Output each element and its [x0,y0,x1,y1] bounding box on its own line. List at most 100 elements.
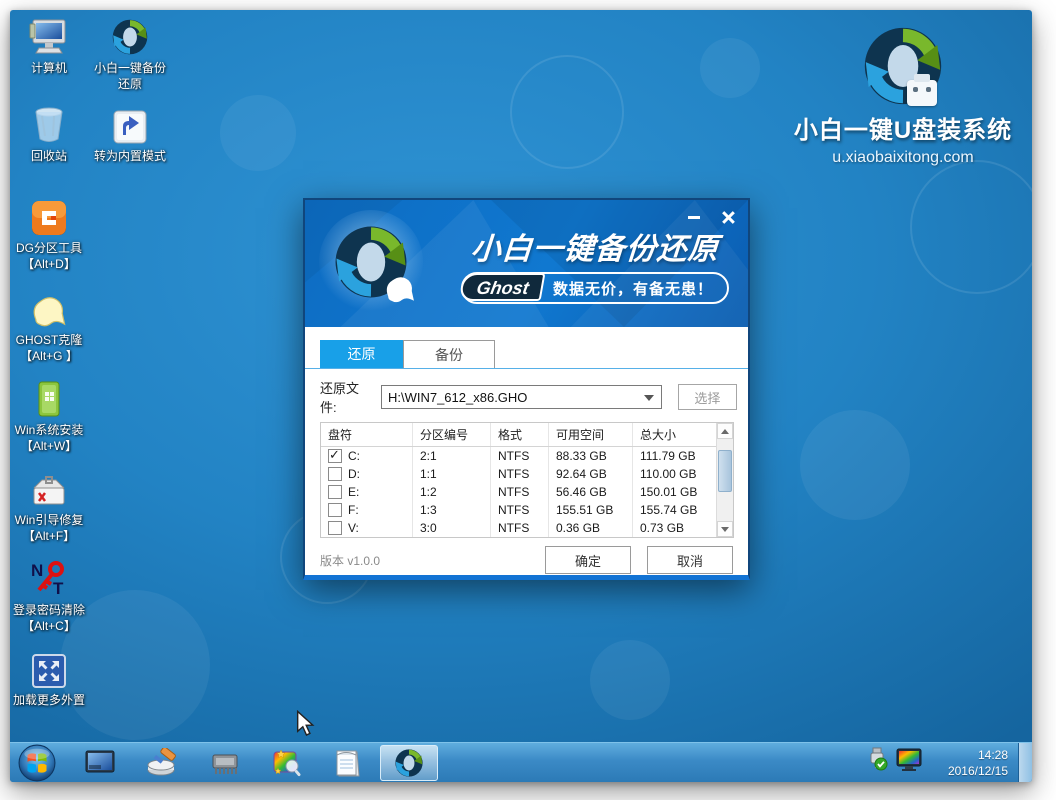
taskbar-item-notepad[interactable] [324,745,372,781]
restore-file-value: H:\WIN7_612_x86.GHO [388,390,527,405]
ghost-badge: Ghost 数据无价，有备无患！ [461,272,729,304]
desktop-icon-ghost-clone[interactable]: GHOST克隆 【Alt+G 】 [10,288,97,364]
nt-key-icon: NT [10,558,97,598]
scrollbar-down-button[interactable] [717,521,733,537]
taskbar-item-memory-tool[interactable] [201,745,249,781]
desktop-icon-win-install[interactable]: Win系统安装 【Alt+W】 [10,378,97,454]
desktop-icon-label: Win引导修复 【Alt+F】 [10,512,97,544]
desktop-icon-label: 小白一键备份 还原 [82,60,178,92]
scrollbar-up-button[interactable] [717,423,733,439]
window-controls [684,208,738,226]
cell-format: NTFS [491,447,549,465]
taskbar-item-desktop-preview[interactable] [76,745,124,781]
tab-backup[interactable]: 备份 [403,340,495,368]
install-box-icon [10,378,97,418]
table-row[interactable]: V: 3:0 NTFS 0.36 GB 0.73 GB [321,519,716,537]
arrow-down-icon [721,527,729,532]
usb-drive-icon [907,80,937,106]
taskbar-clock[interactable]: 14:28 2016/12/15 [928,747,1008,779]
row-checkbox[interactable] [328,467,342,481]
header-total: 总大小 [633,423,716,446]
cell-drive: E: [348,485,359,499]
tab-restore[interactable]: 还原 [320,340,403,368]
windows-logo-icon [18,744,56,782]
cell-partition: 1:1 [413,465,491,483]
bokeh-circle [700,38,760,98]
cell-drive: C: [348,449,360,463]
cell-partition: 2:1 [413,447,491,465]
table-row[interactable]: D: 1:1 NTFS 92.64 GB 110.00 GB [321,465,716,483]
desktop-icon-backup-restore[interactable]: 小白一键备份 还原 [82,16,178,92]
desktop-icon-load-more[interactable]: 加载更多外置 [10,648,97,708]
cell-free: 56.46 GB [549,483,633,501]
show-desktop-button[interactable] [1018,743,1032,782]
cancel-button[interactable]: 取消 [647,546,733,574]
ghost-icon [383,274,417,304]
cell-format: NTFS [491,483,549,501]
desktop-icon-label: DG分区工具 【Alt+D】 [10,240,97,272]
desktop: 计算机 小白一键备份 还原 回收站 转为内置模式 DG分区工具 【Alt+D】 [10,10,1032,782]
row-checkbox[interactable] [328,503,342,517]
monitor-icon [85,750,115,776]
version-label: 版本 v1.0.0 [320,552,380,569]
backup-restore-dialog: 小白一键备份还原 Ghost 数据无价，有备无患！ 还原 备份 还原文件: H:… [303,198,750,580]
table-scrollbar [716,423,733,537]
clock-date: 2016/12/15 [928,763,1008,779]
header-free: 可用空间 [549,423,633,446]
ok-button[interactable]: 确定 [545,546,631,574]
ram-chip-icon [209,750,241,776]
capture-tool-icon [272,748,302,778]
system-tray [866,747,922,771]
desktop-icon-dg-partition[interactable]: DG分区工具 【Alt+D】 [10,196,97,272]
cell-total: 0.73 GB [633,519,716,537]
header-drive: 盘符 [321,423,413,446]
desktop-icon-label: GHOST克隆 【Alt+G 】 [10,332,97,364]
restore-file-row: 还原文件: H:\WIN7_612_x86.GHO 选择 [320,384,737,410]
minimize-icon [688,216,700,219]
table-row[interactable]: C: 2:1 NTFS 88.33 GB 111.79 GB [321,447,716,465]
row-checkbox[interactable] [328,449,342,463]
ghost-slogan: 数据无价，有备无患！ [553,278,713,299]
row-checkbox[interactable] [328,485,342,499]
cell-partition: 3:0 [413,519,491,537]
desktop-icon-internal-mode[interactable]: 转为内置模式 [82,104,178,164]
arrow-up-icon [721,429,729,434]
table-row[interactable]: F: 1:3 NTFS 155.51 GB 155.74 GB [321,501,716,519]
desktop-icon-boot-repair[interactable]: Win引导修复 【Alt+F】 [10,468,97,544]
desktop-icon-password-clear[interactable]: NT 登录密码清除 【Alt+C】 [10,558,97,634]
diskgenius-icon [10,196,97,236]
taskbar-item-screenshot-tool[interactable] [263,745,311,781]
usb-tray-icon[interactable] [866,747,888,771]
cell-partition: 1:3 [413,501,491,519]
taskbar-item-backup-restore-active[interactable] [380,745,438,781]
sync-arrows-icon [394,748,424,778]
cell-format: NTFS [491,519,549,537]
table-header: 盘符 分区编号 格式 可用空间 总大小 [321,423,716,447]
brand-url: u.xiaobaixitong.com [788,149,1018,167]
minimize-button[interactable] [684,208,704,226]
restore-file-combobox[interactable]: H:\WIN7_612_x86.GHO [381,385,662,409]
chevron-down-icon [644,395,654,401]
disk-brush-icon [146,748,178,778]
scrollbar-thumb[interactable] [718,450,732,492]
close-icon [722,211,735,224]
start-button[interactable] [18,744,56,782]
bokeh-circle [800,410,910,520]
restore-file-label: 还原文件: [320,378,375,416]
bokeh-circle [910,160,1032,294]
taskbar-item-disk-cleanup[interactable] [138,745,186,781]
header-format: 格式 [491,423,549,446]
close-button[interactable] [718,208,738,226]
dialog-banner: 小白一键备份还原 Ghost 数据无价，有备无患！ [305,200,748,327]
desktop-icon-label: 登录密码清除 【Alt+C】 [10,602,97,634]
cell-format: NTFS [491,501,549,519]
display-tray-icon[interactable] [896,747,922,771]
brand-title: 小白一键U盘装系统 [788,110,1018,145]
cell-format: NTFS [491,465,549,483]
row-checkbox[interactable] [328,521,342,535]
select-button[interactable]: 选择 [678,384,737,410]
desktop-icon-label: 转为内置模式 [82,148,178,164]
brand-logo [861,24,945,108]
clock-time: 14:28 [928,747,1008,763]
table-row[interactable]: E: 1:2 NTFS 56.46 GB 150.01 GB [321,483,716,501]
